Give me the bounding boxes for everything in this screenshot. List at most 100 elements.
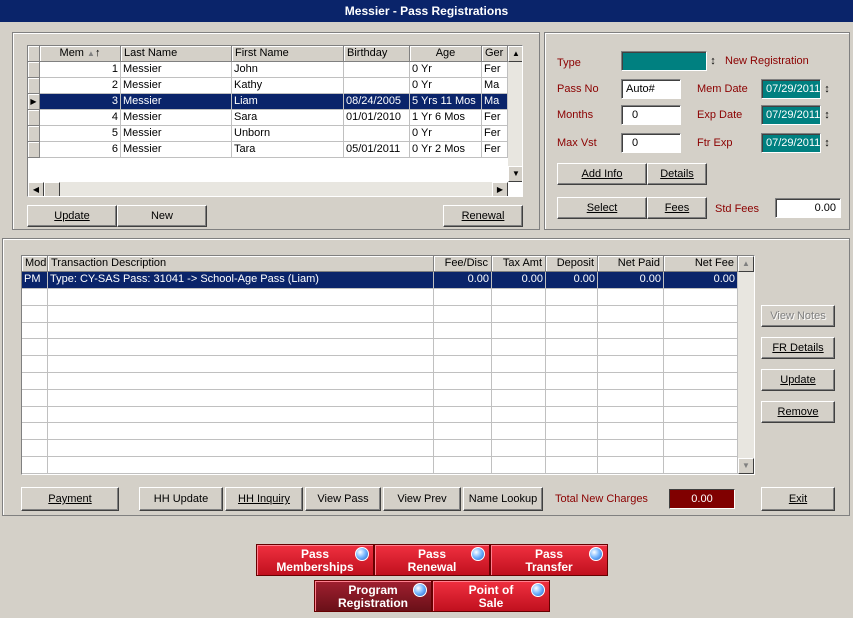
scroll-thumb[interactable] xyxy=(44,182,60,196)
empty-cell[interactable] xyxy=(546,440,598,457)
empty-cell[interactable] xyxy=(48,372,434,390)
empty-cell[interactable] xyxy=(546,456,598,474)
empty-cell[interactable] xyxy=(22,440,48,457)
members-hscroll[interactable]: ◀ ▶ xyxy=(28,182,508,196)
empty-cell[interactable] xyxy=(492,456,546,474)
member-cell-last[interactable]: Messier xyxy=(121,110,232,126)
member-cell-first[interactable]: John xyxy=(232,62,344,78)
empty-cell[interactable] xyxy=(546,305,598,323)
member-cell-birthday[interactable] xyxy=(344,126,410,142)
empty-cell[interactable] xyxy=(22,305,48,323)
scroll-up-icon[interactable]: ▲ xyxy=(738,256,754,272)
member-cell-age[interactable]: 1 Yr 6 Mos xyxy=(410,110,482,126)
pass-no-field[interactable]: Auto# xyxy=(621,79,681,99)
empty-cell[interactable] xyxy=(48,389,434,407)
col-age[interactable]: Age xyxy=(410,46,482,62)
empty-cell[interactable] xyxy=(48,305,434,323)
remove-button[interactable]: Remove xyxy=(761,401,835,423)
empty-cell[interactable] xyxy=(434,456,492,474)
col-net-fee[interactable]: Net Fee xyxy=(664,256,738,272)
empty-cell[interactable] xyxy=(664,288,738,306)
empty-cell[interactable] xyxy=(492,389,546,407)
scroll-left-icon[interactable]: ◀ xyxy=(28,182,44,196)
col-gender[interactable]: Ger xyxy=(482,46,508,62)
empty-cell[interactable] xyxy=(598,356,664,373)
program-registration-button[interactable]: Program Registration xyxy=(314,580,432,612)
empty-cell[interactable] xyxy=(546,339,598,357)
member-cell-mem[interactable]: 2 xyxy=(40,78,121,94)
empty-cell[interactable] xyxy=(48,423,434,441)
members-grid[interactable]: Mem ▲↑ Last Name First Name Birthday Age… xyxy=(27,45,523,197)
months-field[interactable]: 0 xyxy=(621,105,681,125)
hh-update-button[interactable]: HH Update xyxy=(139,487,223,511)
members-vscroll[interactable]: ▲ ▼ xyxy=(508,46,522,182)
member-cell-gender[interactable]: Fer xyxy=(482,126,508,142)
col-deposit[interactable]: Deposit xyxy=(546,256,598,272)
empty-cell[interactable] xyxy=(598,322,664,340)
type-spinner-icon[interactable]: ↕ xyxy=(709,52,717,70)
empty-cell[interactable] xyxy=(22,288,48,306)
empty-cell[interactable] xyxy=(598,339,664,357)
row-header[interactable] xyxy=(28,126,40,142)
empty-cell[interactable] xyxy=(664,389,738,407)
empty-cell[interactable] xyxy=(22,339,48,357)
member-cell-last[interactable]: Messier xyxy=(121,78,232,94)
empty-cell[interactable] xyxy=(664,322,738,340)
scroll-right-icon[interactable]: ▶ xyxy=(492,182,508,196)
member-cell-last[interactable]: Messier xyxy=(121,142,232,158)
empty-cell[interactable] xyxy=(434,356,492,373)
empty-cell[interactable] xyxy=(664,423,738,441)
empty-cell[interactable] xyxy=(48,288,434,306)
new-member-button[interactable]: New xyxy=(117,205,207,227)
empty-cell[interactable] xyxy=(546,322,598,340)
update-transaction-button[interactable]: Update xyxy=(761,369,835,391)
scroll-up-icon[interactable]: ▲ xyxy=(508,46,522,62)
transaction-cell-net_paid[interactable]: 0.00 xyxy=(598,272,664,289)
empty-cell[interactable] xyxy=(492,322,546,340)
transaction-cell-tax_amt[interactable]: 0.00 xyxy=(492,272,546,289)
empty-cell[interactable] xyxy=(22,356,48,373)
view-notes-button[interactable]: View Notes xyxy=(761,305,835,327)
member-cell-gender[interactable]: Fer xyxy=(482,110,508,126)
empty-cell[interactable] xyxy=(434,288,492,306)
empty-cell[interactable] xyxy=(492,288,546,306)
member-cell-age[interactable]: 5 Yrs 11 Mos xyxy=(410,94,482,110)
empty-cell[interactable] xyxy=(22,389,48,407)
member-cell-last[interactable]: Messier xyxy=(121,126,232,142)
empty-cell[interactable] xyxy=(598,305,664,323)
col-first-name[interactable]: First Name xyxy=(232,46,344,62)
empty-cell[interactable] xyxy=(598,440,664,457)
empty-cell[interactable] xyxy=(22,456,48,474)
member-cell-mem[interactable]: 5 xyxy=(40,126,121,142)
transaction-cell-net_fee[interactable]: 0.00 xyxy=(664,272,738,289)
fr-details-button[interactable]: FR Details xyxy=(761,337,835,359)
empty-cell[interactable] xyxy=(434,305,492,323)
member-cell-gender[interactable]: Ma xyxy=(482,78,508,94)
member-cell-age[interactable]: 0 Yr 2 Mos xyxy=(410,142,482,158)
exit-button[interactable]: Exit xyxy=(761,487,835,511)
member-cell-mem[interactable]: 6 xyxy=(40,142,121,158)
view-prev-button[interactable]: View Prev xyxy=(383,487,461,511)
empty-cell[interactable] xyxy=(598,456,664,474)
empty-cell[interactable] xyxy=(434,423,492,441)
row-header[interactable] xyxy=(28,62,40,78)
member-cell-mem[interactable]: 1 xyxy=(40,62,121,78)
col-description[interactable]: Transaction Description xyxy=(48,256,434,272)
empty-cell[interactable] xyxy=(664,406,738,424)
empty-cell[interactable] xyxy=(434,406,492,424)
empty-cell[interactable] xyxy=(664,456,738,474)
ftr-exp-field[interactable]: 07/29/2011 xyxy=(761,133,821,153)
name-lookup-button[interactable]: Name Lookup xyxy=(463,487,543,511)
member-cell-gender[interactable]: Fer xyxy=(482,62,508,78)
hh-inquiry-button[interactable]: HH Inquiry xyxy=(225,487,303,511)
empty-cell[interactable] xyxy=(664,305,738,323)
view-pass-button[interactable]: View Pass xyxy=(305,487,381,511)
empty-cell[interactable] xyxy=(492,356,546,373)
renewal-button[interactable]: Renewal xyxy=(443,205,523,227)
member-cell-mem[interactable]: 4 xyxy=(40,110,121,126)
empty-cell[interactable] xyxy=(492,339,546,357)
exp-date-spinner-icon[interactable]: ↕ xyxy=(823,106,831,124)
type-field[interactable] xyxy=(621,51,707,71)
empty-cell[interactable] xyxy=(48,456,434,474)
member-cell-birthday[interactable] xyxy=(344,78,410,94)
